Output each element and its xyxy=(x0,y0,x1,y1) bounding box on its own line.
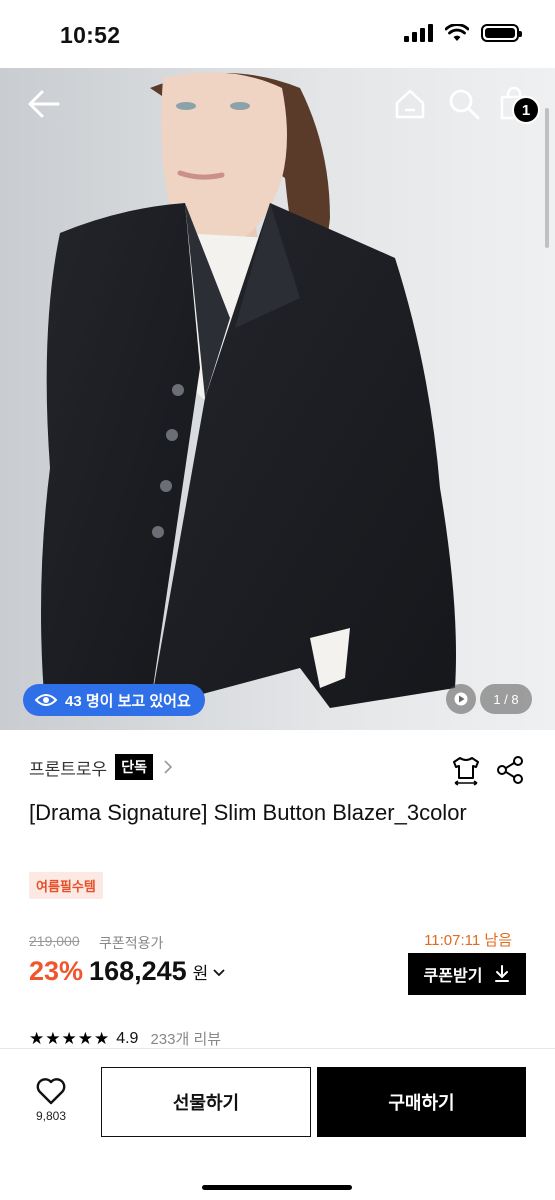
discount-rate: 23% xyxy=(29,956,84,986)
product-photo xyxy=(0,68,555,730)
price-row: 23% 168,245 원 xyxy=(29,956,226,987)
home-icon[interactable] xyxy=(392,86,428,122)
coupon-price-label: 쿠폰적용가 xyxy=(99,935,164,951)
review-count[interactable]: 233개 리뷰 xyxy=(150,1028,221,1049)
status-icons xyxy=(404,24,522,42)
back-arrow-icon[interactable] xyxy=(24,86,64,122)
promo-tag: 여름필수템 xyxy=(29,872,103,899)
like-button[interactable]: 9,803 xyxy=(22,1077,80,1137)
chevron-down-icon[interactable] xyxy=(212,965,226,979)
buy-button[interactable]: 구매하기 xyxy=(317,1067,526,1137)
signal-icon xyxy=(404,24,433,42)
battery-icon xyxy=(481,24,522,42)
fit-size-icon[interactable] xyxy=(450,754,482,786)
original-price: 219,000 xyxy=(29,933,80,949)
hero-toolbar: 1 xyxy=(0,68,555,140)
get-coupon-button[interactable]: 쿠폰받기 xyxy=(408,953,526,995)
coupon-button-label: 쿠폰받기 xyxy=(423,968,483,985)
currency-unit: 원 xyxy=(192,964,209,983)
rating-value: 4.9 xyxy=(116,1029,139,1047)
viewers-badge: 43 명이 보고 있어요 xyxy=(23,684,205,716)
star-rating-icon: ★★★★★ xyxy=(29,1028,111,1048)
wifi-icon xyxy=(445,24,469,41)
rating-row[interactable]: ★★★★★ 4.9 233개 리뷰 xyxy=(29,1028,221,1049)
home-indicator xyxy=(202,1185,352,1190)
sale-price: 168,245 xyxy=(89,956,187,986)
gift-button[interactable]: 선물하기 xyxy=(101,1067,311,1137)
product-image-gallery[interactable]: 1 43 명이 보고 있어요 1 / 8 xyxy=(0,68,555,730)
brand-row[interactable]: 프론트로우 단독 xyxy=(29,754,175,780)
image-page-indicator: 1 / 8 xyxy=(480,684,532,714)
viewers-text: 43 명이 보고 있어요 xyxy=(65,692,191,710)
like-count: 9,803 xyxy=(35,1109,67,1123)
exclusive-badge: 단독 xyxy=(115,754,153,780)
status-time: 10:52 xyxy=(60,22,121,48)
coupon-countdown: 11:07:11 남음 xyxy=(424,932,512,949)
bottom-action-bar: 9,803 선물하기 구매하기 xyxy=(0,1048,555,1200)
product-title: [Drama Signature] Slim Button Blazer_3co… xyxy=(29,800,467,825)
scroll-indicator xyxy=(545,108,549,248)
search-icon[interactable] xyxy=(446,86,482,122)
share-icon[interactable] xyxy=(494,754,526,786)
cart-count-badge: 1 xyxy=(512,96,540,124)
eye-icon xyxy=(35,694,57,706)
status-bar: 10:52 xyxy=(0,0,555,68)
heart-icon xyxy=(36,1078,66,1105)
play-icon xyxy=(454,692,468,706)
brand-name[interactable]: 프론트로우 xyxy=(29,755,107,780)
download-icon xyxy=(495,965,510,982)
chevron-right-icon[interactable] xyxy=(161,760,175,774)
video-play-button[interactable] xyxy=(446,684,476,714)
